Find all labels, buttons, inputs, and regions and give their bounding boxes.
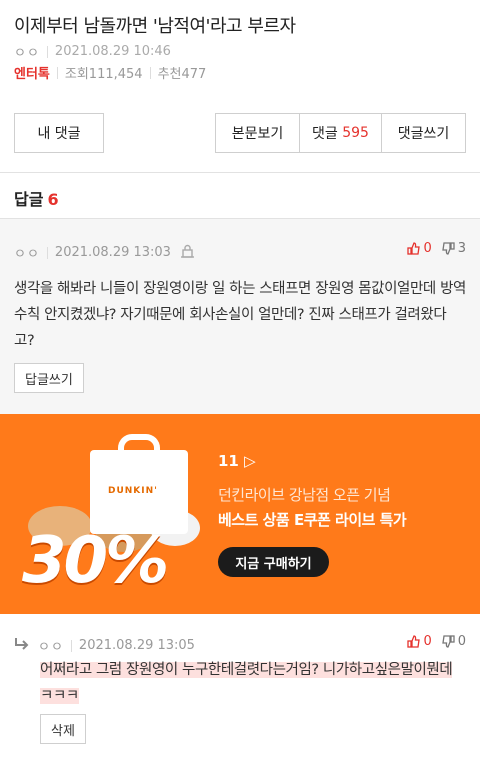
category-link[interactable]: 엔터톡	[14, 63, 50, 82]
comment-text: 생각을 해봐라 니들이 장원영이랑 일 하는 스태프면 장원영 몸값이얼만데 방…	[14, 281, 466, 349]
divider	[70, 639, 72, 652]
post-title: 이제부터 남돌까면 '남적여'라고 부르자	[14, 16, 296, 37]
post-stats: 엔터톡 조회111,454 추천477	[14, 63, 206, 82]
post-author[interactable]: ㅇㅇ	[14, 42, 40, 61]
delete-button[interactable]: 삭제	[40, 714, 86, 744]
ad-logo-text: 11	[218, 452, 239, 470]
reply-arrow-icon	[14, 637, 30, 655]
comment-item: ㅇㅇ 2021.08.29 13:03 0 3 생각을 해봐라 니들이 장원영이…	[0, 218, 480, 414]
downvote-button[interactable]: 3	[441, 241, 466, 256]
reply-item: ㅇㅇ 2021.08.29 13:05 0 0 어쩌라고 그럼 장원영이 누구한…	[0, 614, 480, 772]
comment-toolbar: 내 댓글 본문보기 댓글 595 댓글쓰기	[14, 113, 466, 153]
ad-brand: DUNKIN'	[108, 486, 158, 496]
replies-header: 답글 6	[14, 186, 59, 210]
ad-logo: 11 ▷	[218, 452, 256, 470]
thumbs-up-icon	[407, 635, 421, 648]
comments-label: 댓글	[312, 126, 338, 142]
ad-banner[interactable]: DUNKIN' 30% 11 ▷ 던킨라이브 강남점 오픈 기념 베스트 상품 …	[0, 414, 480, 614]
divider	[46, 45, 48, 58]
reply-text-highlight: 어쩌라고 그럼 장원영이 누구한테걸렷다는거임? 니가하고싶은말이뭔데 ㅋㅋㅋ	[40, 662, 453, 704]
comments-button[interactable]: 댓글 595	[300, 114, 382, 152]
post-meta: ㅇㅇ 2021.08.29 10:46	[14, 42, 171, 61]
divider	[56, 66, 58, 79]
downvote-count: 0	[457, 634, 466, 649]
reply-author[interactable]: ㅇㅇ	[38, 636, 64, 655]
upvote-button[interactable]: 0	[407, 634, 432, 649]
view-count: 조회111,454	[64, 67, 143, 82]
ad-tagline: 던킨라이브 강남점 오픈 기념	[218, 486, 391, 504]
reply-write-button[interactable]: 답글쓰기	[14, 363, 84, 393]
thumbs-down-icon	[441, 242, 455, 255]
ad-logo-arrow: ▷	[238, 452, 256, 470]
view-post-button[interactable]: 본문보기	[216, 114, 300, 152]
downvote-count: 3	[457, 241, 466, 256]
thumbs-down-icon	[441, 635, 455, 648]
ad-promo: 베스트 상품 E쿠폰 라이브 특가	[218, 511, 407, 529]
recommend-count: 추천477	[157, 67, 207, 82]
divider	[46, 246, 48, 259]
reply-date: 2021.08.29 13:05	[78, 638, 195, 653]
comment-votes: 0 3	[397, 241, 466, 256]
post-date: 2021.08.29 10:46	[54, 44, 171, 59]
replies-count: 6	[47, 190, 59, 209]
box-handle	[118, 434, 160, 456]
upvote-count: 0	[423, 241, 432, 256]
reply-meta: ㅇㅇ 2021.08.29 13:05	[14, 636, 195, 655]
section-divider	[0, 172, 480, 173]
comment-meta: ㅇㅇ 2021.08.29 13:03	[14, 243, 194, 262]
dunkin-box-image: DUNKIN'	[90, 434, 188, 534]
replies-label: 답글	[14, 190, 44, 209]
comments-count: 595	[342, 125, 369, 141]
ad-discount: 30%	[22, 524, 169, 598]
comment-date: 2021.08.29 13:03	[54, 245, 171, 260]
divider	[149, 66, 151, 79]
upvote-button[interactable]: 0	[407, 241, 432, 256]
comment-author[interactable]: ㅇㅇ	[14, 243, 40, 262]
ad-cta-button[interactable]: 지금 구매하기	[218, 547, 329, 577]
downvote-button[interactable]: 0	[441, 634, 466, 649]
comment-button-group: 본문보기 댓글 595 댓글쓰기	[215, 113, 466, 153]
write-comment-button[interactable]: 댓글쓰기	[382, 114, 465, 152]
upvote-count: 0	[423, 634, 432, 649]
lock-icon	[180, 244, 194, 262]
reply-text: 어쩌라고 그럼 장원영이 누구한테걸렷다는거임? 니가하고싶은말이뭔데 ㅋㅋㅋ	[40, 657, 466, 709]
reply-votes: 0 0	[397, 634, 466, 649]
thumbs-up-icon	[407, 242, 421, 255]
my-comments-button[interactable]: 내 댓글	[14, 113, 104, 153]
